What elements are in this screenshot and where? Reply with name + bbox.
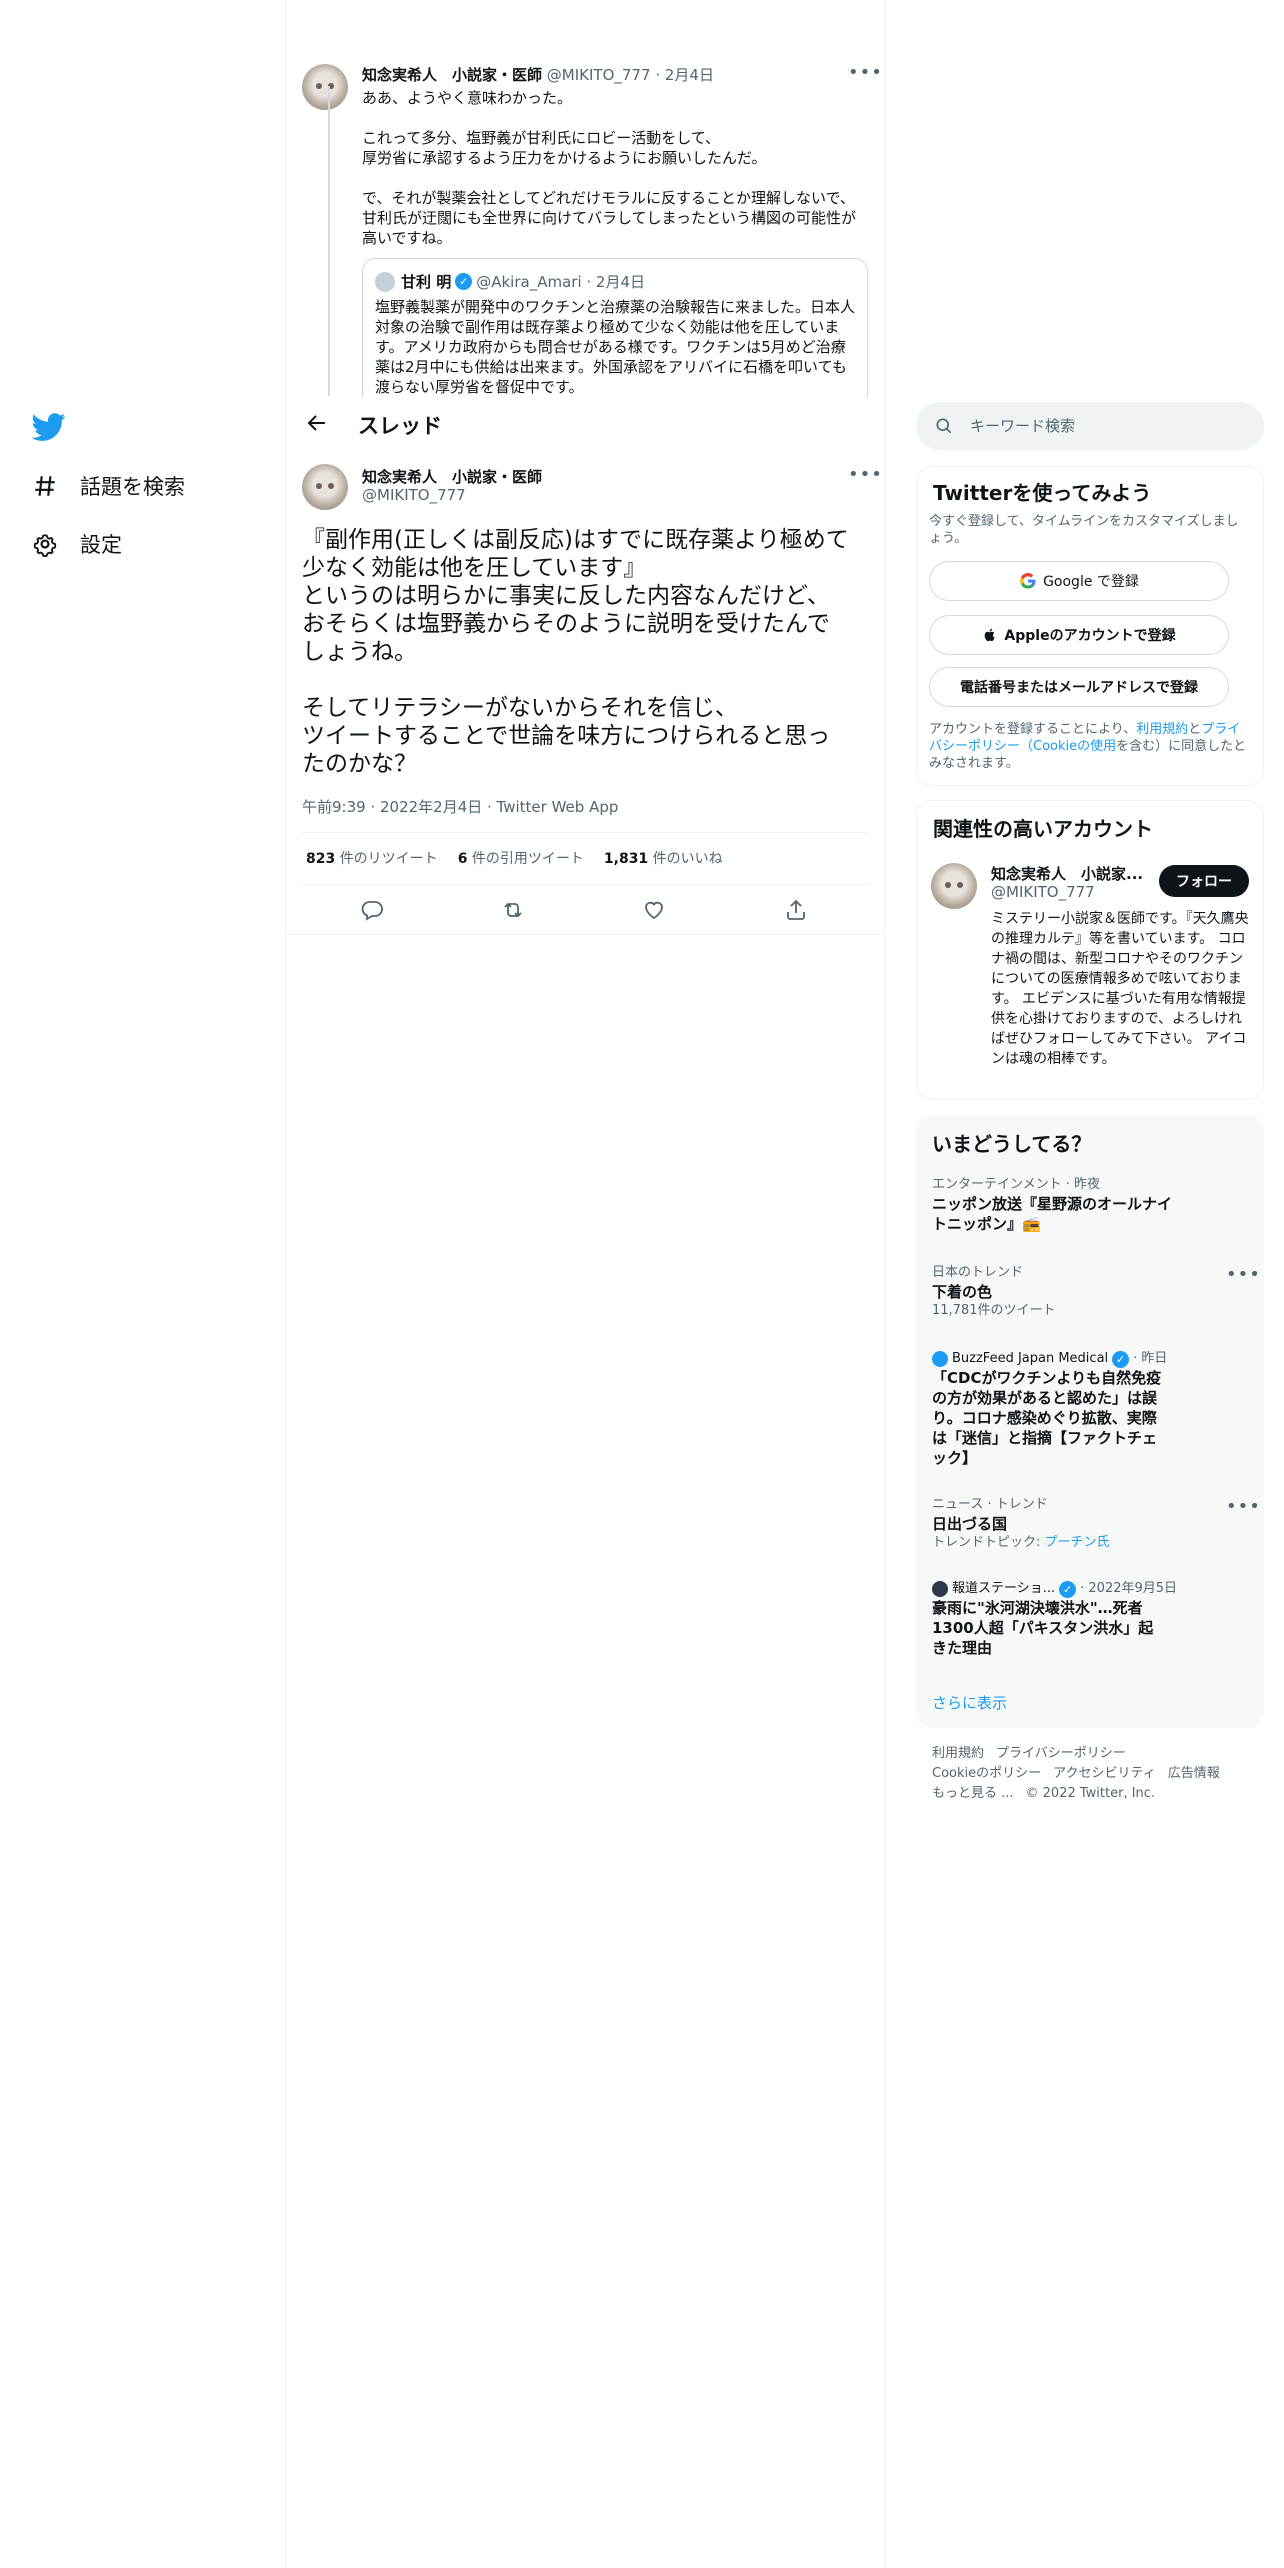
footer-link[interactable]: プライバシーポリシー [996,1746,1126,1761]
quoted-tweet[interactable]: 甘利 明 ✓ @Akira_Amari · 2月4日 塩野義製薬が開発中のワクチ… [362,258,868,408]
trend-topic-link[interactable]: プーチン氏 [1045,1535,1110,1550]
trend-item[interactable]: エンターテインメント · 昨夜 ニッポン放送『星野源のオールナイトニッポン』📻 [932,1176,1244,1234]
thread-header: スレッド [286,398,884,452]
trend-item[interactable]: 報道ステーショ... ✓ · 2022年9月5日 豪雨に"氷河湖決壊洪水"…死者… [932,1580,1244,1658]
verified-badge-icon: ✓ [1059,1580,1077,1598]
thread-connector-line [328,86,330,396]
divider [286,934,884,935]
divider [302,832,868,833]
retweet-icon[interactable] [501,898,525,922]
footer-row-1: 利用規約 プライバシーポリシー [932,1744,1138,1764]
like-icon[interactable] [642,898,666,922]
avatar[interactable] [931,863,977,909]
avatar[interactable] [302,64,348,110]
tweet-header: 知念実希人 小説家・医師 @MIKITO_777 · 2月4日 [362,66,714,84]
terms-link[interactable]: 利用規約 [1136,722,1188,737]
show-more-link[interactable]: さらに表示 [932,1692,1007,1713]
nav-item-label: 設定 [80,533,122,557]
signup-title: Twitterを使ってみよう [933,481,1152,505]
tweet-timestamp[interactable]: 午前9:39 · 2022年2月4日 · Twitter Web App [302,796,618,817]
gear-icon [30,529,60,559]
source-avatar [932,1351,948,1367]
footer-more-link[interactable]: もっと見る ... [932,1786,1014,1801]
quoted-date: 2月4日 [595,273,646,291]
verified-badge-icon: ✓ [455,273,473,290]
hashtag-icon [30,471,60,501]
footer-row-3: もっと見る ... © 2022 Twitter, Inc. [932,1784,1167,1804]
signup-subtitle: 今すぐ登録して、タイムラインをカスタマイズしましょう。 [929,514,1239,546]
trends-title: いまどうしてる？ [932,1132,1092,1156]
related-accounts-panel: 関連性の高いアカウント 知念実希人 小説家... @MIKITO_777 フォロ… [916,800,1264,1100]
nav-item-label: 話題を検索 [80,475,185,499]
page-title: スレッド [358,414,442,438]
trend-item[interactable]: BuzzFeed Japan Medical ✓ · 昨日 「CDCがワクチンよ… [932,1350,1244,1468]
apple-signup-button[interactable]: Appleのアカウントで登録 [929,615,1229,655]
phone-email-signup-label: 電話番号またはメールアドレスで登録 [960,680,1198,696]
twitter-logo-icon[interactable] [31,410,66,444]
quoted-avatar [375,271,395,292]
signup-panel: Twitterを使ってみよう 今すぐ登録して、タイムラインをカスタマイズしましょ… [916,466,1264,786]
like-count[interactable]: 1,831 件のいいね [604,848,723,868]
quoted-tweet-header: 甘利 明 ✓ @Akira_Amari · 2月4日 [375,271,645,292]
back-arrow-icon[interactable] [302,408,332,438]
cookie-link[interactable]: Cookieの使用 [1033,739,1116,754]
apple-signup-label: Appleのアカウントで登録 [1004,628,1176,644]
verified-badge-icon: ✓ [1112,1350,1130,1368]
author-name[interactable]: 知念実希人 小説家・医師 [362,466,542,487]
quote-tweet-count[interactable]: 6 件の引用ツイート [458,848,584,868]
retweet-count[interactable]: 823 件のリツイート [306,848,438,868]
column-divider [884,0,885,2568]
nav-item-settings[interactable]: 設定 [30,524,122,564]
related-account-name[interactable]: 知念実希人 小説家... [991,863,1151,884]
avatar[interactable] [302,464,348,510]
column-divider [285,0,286,2568]
phone-email-signup-button[interactable]: 電話番号またはメールアドレスで登録 [929,667,1229,707]
footer-copyright: © 2022 Twitter, Inc. [1025,1786,1156,1801]
author-name[interactable]: 知念実希人 小説家・医師 [362,66,542,84]
footer-link[interactable]: アクセシビリティ [1053,1766,1156,1781]
trend-item[interactable]: 日本のトレンド 下着の色 11,781件のツイート ••• [932,1264,1260,1320]
related-account-handle[interactable]: @MIKITO_777 [991,883,1095,901]
footer-link[interactable]: 利用規約 [932,1746,984,1761]
google-icon [1020,573,1036,589]
source-avatar [932,1581,948,1597]
author-handle[interactable]: @MIKITO_777 [547,66,651,84]
footer-link[interactable]: 広告情報 [1168,1766,1220,1781]
quoted-author-name: 甘利 明 [401,273,452,291]
nav-item-explore[interactable]: 話題を検索 [30,466,185,506]
follow-button[interactable]: フォロー [1159,865,1249,897]
footer-link[interactable]: Cookieのポリシー [932,1766,1041,1781]
google-signup-label: Google で登録 [1043,574,1139,590]
more-options-icon[interactable]: ••• [1226,1498,1261,1516]
quoted-tweet-text: 塩野義製薬が開発中のワクチンと治療薬の治験報告に来ました。日本人 対象の治験で副… [375,298,856,396]
signup-terms: アカウントを登録することにより、利用規約とプライバシーポリシー（Cookieの使… [929,722,1247,771]
tweet-text: ああ、ようやく意味わかった。 これって多分、塩野義が甘利氏にロビー活動をして、 … [362,89,856,247]
tweet-stats: 823 件のリツイート 6 件の引用ツイート 1,831 件のいいね [306,848,743,868]
quoted-handle: @Akira_Amari [476,272,582,291]
related-title: 関連性の高いアカウント [933,817,1153,841]
search-input[interactable] [968,416,1238,436]
search-bar[interactable] [916,402,1264,450]
more-options-icon[interactable]: ••• [848,64,883,82]
more-options-icon[interactable]: ••• [848,466,883,484]
trends-panel: いまどうしてる？ エンターテインメント · 昨夜 ニッポン放送『星野源のオールナ… [916,1116,1264,1728]
author-handle[interactable]: @MIKITO_777 [362,486,466,504]
search-icon [934,416,954,436]
related-account-bio: ミステリー小説家＆医師です。『天久鷹央の推理カルテ』等を書いています。 コロナ禍… [991,911,1249,1067]
divider [302,884,868,885]
tweet-text: 『副作用(正しくは副反応)はすでに既存薬より極めて 少なく効能は他を圧しています… [302,527,849,777]
reply-icon[interactable] [360,898,384,922]
apple-icon [985,628,996,642]
trend-item[interactable]: ニュース · トレンド 日出づる国 トレンドトピック: プーチン氏 ••• [932,1496,1260,1552]
more-options-icon[interactable]: ••• [1226,1266,1261,1284]
tweet-date[interactable]: 2月4日 [665,66,714,84]
share-icon[interactable] [784,898,808,922]
google-signup-button[interactable]: Google で登録 [929,561,1229,601]
footer-row-2: Cookieのポリシー アクセシビリティ 広告情報 [932,1764,1232,1784]
